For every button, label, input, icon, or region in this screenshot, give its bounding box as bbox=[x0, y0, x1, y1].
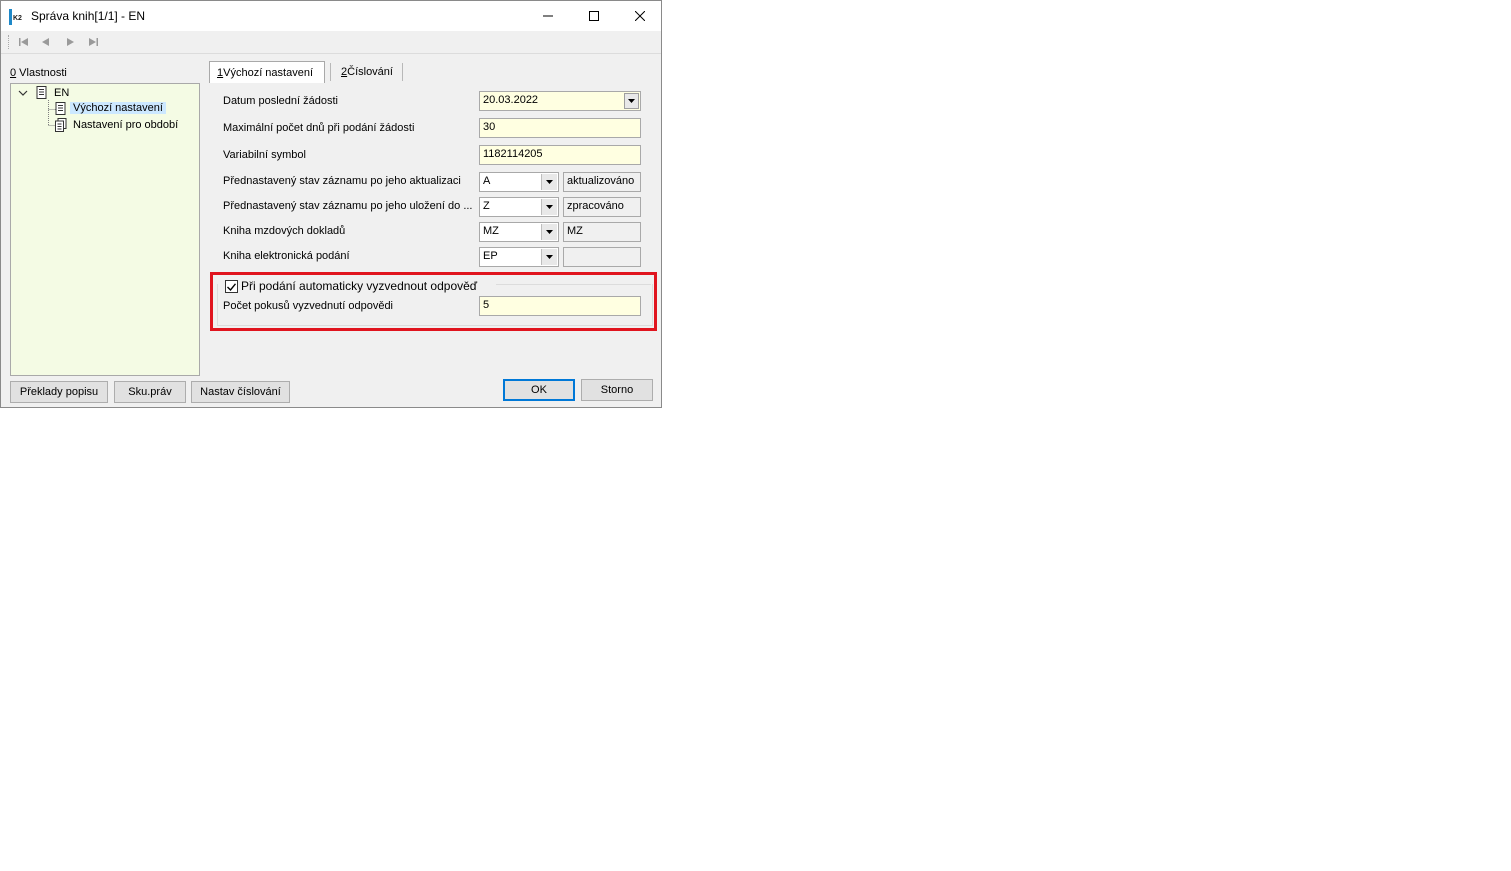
minimize-button[interactable] bbox=[525, 1, 571, 31]
chevron-down-icon bbox=[546, 255, 553, 259]
last-record-button[interactable] bbox=[86, 36, 100, 48]
window-title: Správa knih[1/1] - EN bbox=[31, 9, 146, 23]
chevron-down-icon bbox=[546, 180, 553, 184]
properties-section-label: 0 Vlastnosti bbox=[10, 67, 67, 79]
next-record-icon bbox=[67, 38, 74, 46]
dialog-window: K2 Správa knih[1/1] - EN 0 Vlastnosti EN… bbox=[0, 0, 662, 408]
storno-label: Storno bbox=[600, 384, 634, 396]
tab-label: Výchozí nastavení bbox=[223, 66, 314, 79]
chevron-down-icon bbox=[628, 99, 635, 103]
tab-separator bbox=[330, 63, 331, 81]
kniha-elektronicka-select[interactable]: EP bbox=[479, 247, 559, 267]
record-navigation-toolbar bbox=[1, 31, 661, 54]
sku-prav-label: Sku.práv bbox=[128, 386, 172, 398]
kniha-mzdovych-desc-text: MZ bbox=[567, 225, 583, 237]
kniha-mzdovych-value: MZ bbox=[483, 225, 499, 237]
kniha-mzdovych-label: Kniha mzdových dokladů bbox=[223, 225, 346, 237]
chevron-down-icon bbox=[546, 230, 553, 234]
tab-vychozi-nastaveni[interactable]: 1 Výchozí nastavení bbox=[209, 61, 325, 83]
chevron-down-icon[interactable] bbox=[18, 89, 28, 97]
calendar-dropdown-button[interactable] bbox=[624, 93, 639, 109]
datum-date-picker[interactable]: 20.03.2022 bbox=[479, 91, 641, 111]
dropdown-button[interactable] bbox=[541, 249, 557, 265]
dropdown-button[interactable] bbox=[541, 224, 557, 240]
tree-item-vychozi-nastaveni[interactable]: Výchozí nastavení bbox=[70, 102, 166, 114]
datum-value: 20.03.2022 bbox=[483, 94, 539, 106]
stav-ulozeni-value: Z bbox=[483, 200, 490, 212]
stav-ulozeni-desc-text: zpracováno bbox=[567, 200, 624, 212]
stav-aktualizace-value: A bbox=[483, 175, 491, 187]
maximize-button[interactable] bbox=[571, 1, 617, 31]
tab-label: Číslování bbox=[347, 66, 393, 78]
stav-aktualizace-desc-text: aktualizováno bbox=[567, 175, 635, 187]
sku-prav-button[interactable]: Sku.práv bbox=[114, 381, 186, 403]
stav-ulozeni-label: Přednastavený stav záznamu po jeho ulože… bbox=[223, 200, 473, 212]
k2-app-icon: K2 bbox=[9, 9, 25, 25]
previous-record-icon bbox=[42, 38, 49, 46]
varsym-label: Variabilní symbol bbox=[223, 149, 306, 161]
tree-item-nastaveni-pro-obdobi[interactable]: Nastavení pro období bbox=[73, 119, 178, 131]
dropdown-button[interactable] bbox=[541, 174, 557, 190]
nastav-cislovani-label: Nastav číslování bbox=[200, 386, 281, 398]
storno-button[interactable]: Storno bbox=[581, 379, 653, 401]
preklady-popisu-label: Překlady popisu bbox=[19, 386, 99, 398]
close-icon bbox=[635, 11, 645, 21]
max-dnu-label: Maximální počet dnů při podání žádosti bbox=[223, 122, 415, 134]
ok-label: OK bbox=[531, 384, 547, 396]
title-bar[interactable]: K2 Správa knih[1/1] - EN bbox=[1, 1, 661, 31]
first-record-button[interactable] bbox=[17, 36, 31, 48]
kniha-elektronicka-desc bbox=[563, 247, 641, 267]
kniha-mzdovych-desc: MZ bbox=[563, 222, 641, 242]
max-dnu-input[interactable]: 30 bbox=[479, 118, 641, 138]
datum-label: Datum poslední žádosti bbox=[223, 95, 338, 107]
chevron-down-icon bbox=[546, 205, 553, 209]
preklady-popisu-button[interactable]: Překlady popisu bbox=[10, 381, 108, 403]
previous-record-button[interactable] bbox=[39, 36, 53, 48]
kniha-elektronicka-label: Kniha elektronická podání bbox=[223, 250, 350, 262]
maximize-icon bbox=[589, 11, 599, 21]
stav-ulozeni-select[interactable]: Z bbox=[479, 197, 559, 217]
document-icon bbox=[36, 86, 47, 99]
tree-item-root[interactable]: EN bbox=[54, 87, 69, 99]
tab-cislovani[interactable]: 2 Číslování bbox=[341, 61, 393, 83]
stav-aktualizace-label: Přednastavený stav záznamu po jeho aktua… bbox=[223, 175, 461, 187]
varsym-input[interactable]: 1182114205 bbox=[479, 145, 641, 165]
first-record-icon bbox=[19, 38, 28, 46]
stav-ulozeni-desc: zpracováno bbox=[563, 197, 641, 217]
last-record-icon bbox=[89, 38, 98, 46]
max-dnu-value: 30 bbox=[483, 121, 496, 133]
kniha-mzdovych-select[interactable]: MZ bbox=[479, 222, 559, 242]
red-highlight-frame bbox=[210, 272, 657, 331]
minimize-icon bbox=[543, 15, 553, 17]
next-record-button[interactable] bbox=[63, 36, 77, 48]
stav-aktualizace-select[interactable]: A bbox=[479, 172, 559, 192]
stav-aktualizace-desc: aktualizováno bbox=[563, 172, 641, 192]
varsym-value: 1182114205 bbox=[483, 148, 543, 160]
ok-button[interactable]: OK bbox=[503, 379, 575, 401]
document-icon bbox=[55, 102, 66, 115]
properties-tree[interactable]: EN Výchozí nastavení Nastavení pro obdob… bbox=[10, 83, 200, 376]
toolbar-grip[interactable] bbox=[8, 35, 11, 49]
documents-icon bbox=[55, 118, 67, 132]
dropdown-button[interactable] bbox=[541, 199, 557, 215]
close-button[interactable] bbox=[617, 1, 663, 31]
kniha-elektronicka-value: EP bbox=[483, 250, 498, 262]
properties-label-text: Vlastnosti bbox=[16, 67, 67, 79]
nastav-cislovani-button[interactable]: Nastav číslování bbox=[191, 381, 290, 403]
svg-text:K2: K2 bbox=[13, 15, 22, 22]
tab-separator bbox=[402, 63, 403, 81]
